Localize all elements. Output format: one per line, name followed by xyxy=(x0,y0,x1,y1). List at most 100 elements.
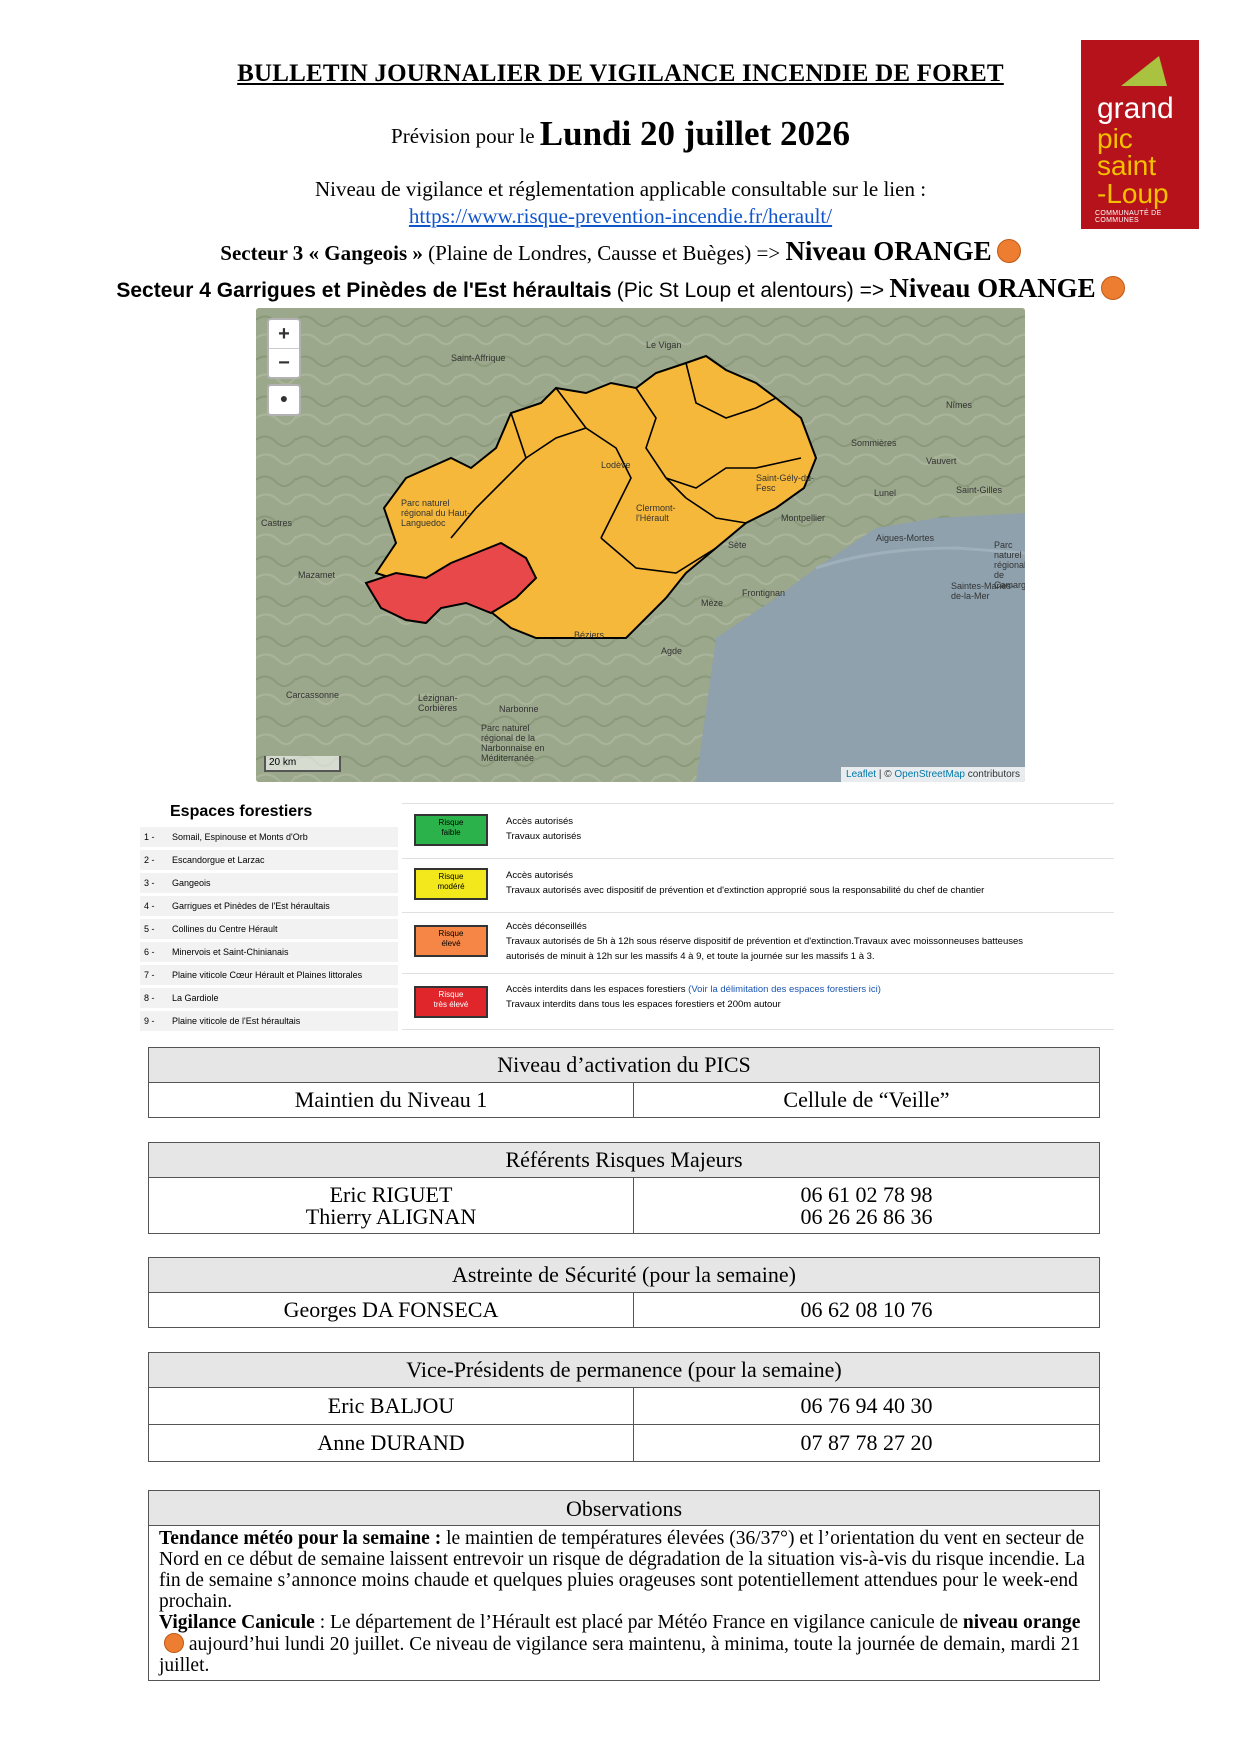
map-canvas xyxy=(256,308,1025,782)
sector-4-level: Niveau ORANGE xyxy=(889,273,1096,303)
risk-box: Risque très élevé xyxy=(414,986,488,1018)
place-label: Saint-Gély-du-Fesc xyxy=(756,473,815,493)
place-label: Béziers xyxy=(574,630,605,640)
map-scale: 20 km xyxy=(264,756,341,772)
place-label: Lunel xyxy=(874,488,897,498)
logo-line4: -Loup xyxy=(1097,178,1169,209)
zone-number: 9 - xyxy=(144,1016,155,1026)
risk-box: Risque élevé xyxy=(414,925,488,957)
sector-3-detail: (Plaine de Londres, Causse et Buèges) => xyxy=(428,241,781,265)
orange-dot-icon xyxy=(164,1633,184,1653)
logo-subtitle: COMMUNAUTÉ DE COMMUNES xyxy=(1095,210,1162,224)
place-label: Nîmes xyxy=(946,400,973,410)
referent-name: Eric RIGUET xyxy=(329,1181,453,1207)
logo-line3: saint xyxy=(1097,150,1157,181)
vp-name: Anne DURAND xyxy=(148,1424,634,1462)
risk-box-line1: Risque xyxy=(438,818,464,827)
astreinte-phone: 06 62 08 10 76 xyxy=(633,1292,1100,1328)
zone-name: Minervois et Saint-Chinianais xyxy=(172,947,289,957)
risk-line2: Travaux autorisés xyxy=(506,831,582,842)
zone-name: La Gardiole xyxy=(172,993,219,1003)
place-label: Aigues-Mortes xyxy=(876,533,935,543)
zoom-out-button[interactable]: − xyxy=(269,348,299,377)
place-label: Parc naturel régional du Haut-Languedoc xyxy=(401,498,471,528)
risk-line1: Accès interdits dans les espaces foresti… xyxy=(506,984,686,995)
globe-icon[interactable]: ● xyxy=(267,384,301,416)
pics-cell: Cellule de “Veille” xyxy=(633,1082,1100,1118)
place-label: Vauvert xyxy=(926,456,957,466)
referent-name: Thierry ALIGNAN xyxy=(305,1203,477,1229)
vp-table: Vice-Présidents de permanence (pour la s… xyxy=(148,1352,1100,1462)
risk-text: Accès autorisés Travaux autorisés xyxy=(506,814,581,844)
sector-3-level: Niveau ORANGE xyxy=(785,236,992,266)
zone-name: Plaine viticole de l'Est héraultais xyxy=(172,1016,301,1026)
risk-line2: Travaux interdits dans tous les espaces … xyxy=(506,999,781,1010)
osm-link[interactable]: OpenStreetMap xyxy=(894,769,965,780)
legend-zone: 2 - Escandorgue et Larzac xyxy=(140,850,398,870)
legend-zone: 7 - Plaine viticole Cœur Hérault et Plain… xyxy=(140,965,398,985)
risk-text: Accès autorisés Travaux autorisés avec di… xyxy=(506,868,984,898)
legend-zone: 3 - Gangeois xyxy=(140,873,398,893)
pics-table: Niveau d’activation du PICS Maintien du … xyxy=(148,1047,1100,1118)
orange-dot-icon xyxy=(996,239,1021,263)
risk-line1: Accès autorisés xyxy=(506,816,574,827)
risk-box: Risque faible xyxy=(414,814,488,846)
risk-level-low: Risque faible Accès autorisés Travaux auto… xyxy=(402,803,1114,859)
place-label: Castres xyxy=(261,518,293,528)
attribution-rest: contributors xyxy=(967,769,1020,780)
vigilance-map[interactable]: Saint-Affrique Le Vigan Nîmes Castres Ma… xyxy=(256,308,1025,782)
place-label: Mazamet xyxy=(298,570,336,580)
legend-zone: 5 - Collines du Centre Hérault xyxy=(140,919,398,939)
map-attribution: Leaflet | © OpenStreetMap contributors xyxy=(841,767,1025,782)
astreinte-table: Astreinte de Sécurité (pour la semaine) … xyxy=(148,1257,1100,1328)
legend-zone: 9 - Plaine viticole de l'Est héraultais xyxy=(140,1011,398,1031)
risk-text: Accès interdits dans les espaces foresti… xyxy=(506,982,881,1012)
referent-phone: 06 26 26 86 36 xyxy=(800,1203,933,1229)
referents-header: Référents Risques Majeurs xyxy=(148,1142,1100,1178)
zone-number: 5 - xyxy=(144,924,155,934)
zone-name: Somail, Espinouse et Monts d'Orb xyxy=(172,832,308,842)
astreinte-header: Astreinte de Sécurité (pour la semaine) xyxy=(148,1257,1100,1293)
referents-names: Eric RIGUET Thierry ALIGNAN xyxy=(148,1177,634,1234)
vp-header: Vice-Présidents de permanence (pour la s… xyxy=(148,1352,1100,1388)
pics-header: Niveau d’activation du PICS xyxy=(148,1047,1100,1083)
leaflet-link[interactable]: Leaflet xyxy=(846,769,876,780)
observations-header: Observations xyxy=(148,1490,1100,1526)
canicule-text-2: aujourd’hui lundi 20 juillet. Ce niveau … xyxy=(159,1634,1081,1676)
observations-table: Observations Tendance météo pour la sema… xyxy=(148,1490,1100,1681)
info-link[interactable]: https://www.risque-prevention-incendie.f… xyxy=(0,204,1241,229)
sector-4-line: Secteur 4 Garrigues et Pinèdes de l'Est … xyxy=(0,273,1241,304)
forest-areas-link[interactable]: (Voir la délimitation des espaces forest… xyxy=(688,984,881,995)
prevision-line: Prévision pour le Lundi 20 juillet 2026 xyxy=(0,114,1241,154)
risk-line2: Travaux autorisés de 5h à 12h sous réser… xyxy=(506,936,1024,947)
place-label: Carcassonne xyxy=(286,690,340,700)
risk-box-line2: très élevé xyxy=(433,1000,469,1009)
sector-3-name: Secteur 3 « Gangeois » xyxy=(220,241,423,265)
zone-number: 4 - xyxy=(144,901,155,911)
place-label: Parc naturel régional de la Narbonnaise … xyxy=(481,723,545,763)
zone-number: 8 - xyxy=(144,993,155,1003)
risk-text: Accès déconseillés Travaux autorisés de 5… xyxy=(506,919,1023,964)
risk-box-line2: faible xyxy=(441,828,461,837)
place-label: Lézignan-Corbières xyxy=(418,693,458,713)
place-label: Lodève xyxy=(601,460,631,470)
grand-pic-saint-loup-logo: grand pic saint -Loup COMMUNAUTÉ DE COMM… xyxy=(1081,40,1199,229)
place-label: Parc naturel régional de Camargue xyxy=(994,540,1025,590)
sector-4-detail: (Pic St Loup et alentours) => xyxy=(616,279,885,302)
risk-box-line1: Risque xyxy=(438,990,464,999)
zone-name: Escandorgue et Larzac xyxy=(172,855,265,865)
place-label: Montpellier xyxy=(781,513,826,523)
risk-box: Risque modéré xyxy=(414,868,488,900)
observations-body: Tendance météo pour la semaine : le main… xyxy=(148,1525,1100,1681)
zoom-in-button[interactable]: + xyxy=(269,320,299,348)
meteo-label: Tendance météo pour la semaine : xyxy=(159,1528,442,1549)
risk-line2: Travaux autorisés avec dispositif de pré… xyxy=(506,885,985,896)
map-legend: Espaces forestiers 1 - Somail, Espinouse … xyxy=(140,803,1115,1038)
vp-phone: 06 76 94 40 30 xyxy=(633,1387,1100,1425)
canicule-level: niveau orange xyxy=(962,1612,1081,1633)
place-label: Sète xyxy=(728,540,747,550)
zone-number: 7 - xyxy=(144,970,155,980)
risk-line3: autorisés de minuit à 12h sur les massif… xyxy=(506,951,875,962)
risk-box-line1: Risque xyxy=(438,872,464,881)
orange-dot-icon xyxy=(1100,276,1125,300)
